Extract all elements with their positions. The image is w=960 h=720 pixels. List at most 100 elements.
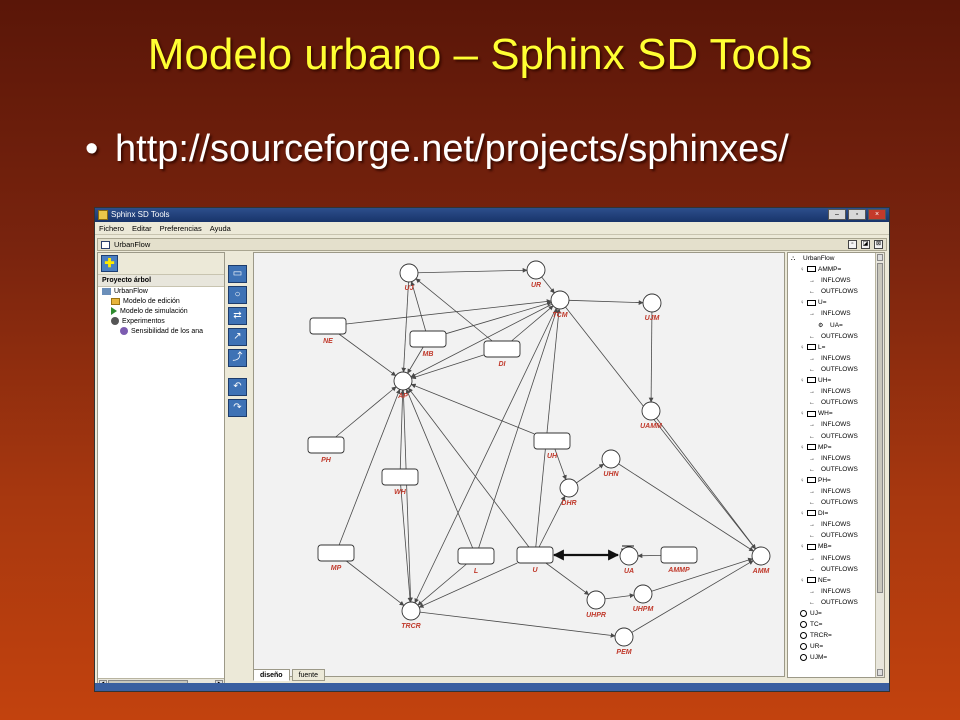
diagram-edge[interactable]	[568, 299, 644, 305]
project-tree-item[interactable]: Modelo de simulación	[98, 307, 224, 317]
structure-tree-item[interactable]: ♀ PH=	[788, 475, 884, 486]
diagram-edge[interactable]	[576, 463, 604, 484]
structure-tree-item[interactable]: ← OUTFLOWS	[788, 331, 884, 342]
diagram-edge[interactable]	[402, 389, 413, 603]
structure-tree-item[interactable]: ♀ UH=	[788, 375, 884, 386]
minimize-button[interactable]: –	[828, 209, 846, 220]
diagram-edge[interactable]	[338, 333, 397, 377]
diagram-node-uamm[interactable]: UAMM	[640, 401, 662, 430]
structure-tree-item[interactable]: ← OUTFLOWS	[788, 397, 884, 408]
structure-tree-item[interactable]: ⛬ UrbanFlow	[788, 253, 884, 264]
diagram-node-ne[interactable]: NE	[309, 317, 347, 345]
structure-tree-item[interactable]: ← OUTFLOWS	[788, 464, 884, 475]
menu-editar[interactable]: Editar	[132, 222, 152, 234]
diagram-edge[interactable]	[648, 311, 654, 403]
structure-tree-item[interactable]: → INFLOWS	[788, 308, 884, 319]
project-url-link[interactable]: http://sourceforge.net/projects/sphinxes…	[115, 128, 789, 170]
app-titlebar[interactable]: Sphinx SD Tools – ▫ ×	[95, 208, 889, 222]
structure-tree-item[interactable]: → INFLOWS	[788, 275, 884, 286]
diagram-node-uhpr[interactable]: UHPR	[586, 590, 606, 619]
diagram-edge[interactable]	[535, 308, 562, 548]
structure-tree-item[interactable]: → INFLOWS	[788, 519, 884, 530]
structure-tree-item[interactable]: TRCR=	[788, 630, 884, 641]
link-tool-button[interactable]: ↗	[228, 328, 247, 346]
diagram-node-ammp[interactable]: AMMP	[660, 546, 698, 574]
diagram-node-uj[interactable]: UJ	[399, 263, 419, 292]
internal-frame-titlebar[interactable]: UrbanFlow ▫ ◪ ⊠	[97, 238, 887, 251]
project-tree-item[interactable]: UrbanFlow	[98, 287, 224, 297]
flow-tool-button[interactable]: ⇄	[228, 307, 247, 325]
diagram-node-ph[interactable]: PH	[307, 436, 345, 464]
diagram-node-mb[interactable]: MB	[409, 330, 447, 358]
structure-tree-item[interactable]: ♀ NE=	[788, 575, 884, 586]
diagram-node-l[interactable]: L	[457, 547, 495, 575]
diagram-node-trcr[interactable]: TRCR	[401, 601, 421, 630]
structure-tree-item[interactable]: ♀ U=	[788, 297, 884, 308]
diagram-edge[interactable]	[418, 562, 518, 608]
tab-fuente[interactable]: fuente	[291, 669, 326, 681]
diagram-node-mp[interactable]: MP	[317, 544, 355, 572]
structure-tree-item[interactable]: UR=	[788, 641, 884, 652]
diagram-edge[interactable]	[408, 387, 530, 548]
diagram-edge[interactable]	[604, 593, 635, 600]
structure-tree-item[interactable]: ♀ WH=	[788, 408, 884, 419]
project-tree-item[interactable]: Experimentos	[98, 317, 224, 327]
diagram-edge[interactable]	[407, 346, 424, 374]
tab-diseno[interactable]: diseño	[253, 669, 290, 681]
diagram-edge[interactable]	[545, 562, 590, 595]
diagram-edge[interactable]	[410, 281, 427, 332]
maximize-button[interactable]: ▫	[848, 209, 866, 220]
diagram-edge[interactable]	[541, 276, 555, 294]
scroll-thumb[interactable]	[877, 263, 883, 593]
diagram-edge[interactable]	[656, 417, 756, 550]
diagram-node-uh[interactable]: UH	[533, 432, 571, 460]
diagram-edge[interactable]	[399, 389, 405, 470]
diagram-node-uhpm[interactable]: UHPM	[633, 584, 654, 613]
diagram-node-ujm[interactable]: UJM	[642, 293, 662, 322]
diagram-edge[interactable]	[651, 557, 753, 592]
diagram-edge[interactable]	[417, 563, 467, 606]
scroll-up-arrow-icon[interactable]	[877, 254, 883, 261]
structure-tree-vscrollbar[interactable]	[875, 253, 884, 677]
diagram-edge[interactable]	[618, 463, 754, 552]
structure-tree-item[interactable]: ← OUTFLOWS	[788, 564, 884, 575]
frame-iconify-button[interactable]: ▫	[848, 240, 857, 249]
diagram-node-dhr[interactable]: DHR	[559, 478, 579, 507]
scroll-down-arrow-icon[interactable]	[877, 669, 883, 676]
frame-close-button[interactable]: ⊠	[874, 240, 883, 249]
diagram-edge[interactable]	[346, 560, 405, 606]
redo-tool-button[interactable]: ↷	[228, 399, 247, 417]
diagram-edge[interactable]	[401, 281, 409, 373]
structure-tree-item[interactable]: ♀ DI=	[788, 508, 884, 519]
structure-tree-item[interactable]: ← OUTFLOWS	[788, 597, 884, 608]
undo-tool-button[interactable]: ↶	[228, 378, 247, 396]
close-button[interactable]: ×	[868, 209, 886, 220]
structure-tree-item[interactable]: → INFLOWS	[788, 453, 884, 464]
diagram-node-wh[interactable]: WH	[381, 468, 419, 496]
structure-tree-item[interactable]: ⚙ UA=	[788, 320, 884, 331]
connector-tool-button[interactable]: ⤴	[228, 349, 247, 367]
diagram-node-pem[interactable]: PEM	[614, 627, 634, 656]
diagram-edge[interactable]	[335, 386, 397, 438]
project-tree-item[interactable]: Sensibilidad de los ana	[98, 327, 224, 337]
structure-tree-item[interactable]: ♀ MB=	[788, 541, 884, 552]
structure-tree-item[interactable]: ← OUTFLOWS	[788, 286, 884, 297]
stock-tool-button[interactable]: ▭	[228, 265, 247, 283]
structure-tree-item[interactable]: ♀ L=	[788, 342, 884, 353]
structure-tree-item[interactable]: ← OUTFLOWS	[788, 364, 884, 375]
diagram-node-tcm[interactable]: TCM	[550, 290, 570, 319]
new-project-button[interactable]: ✚	[101, 255, 118, 272]
diagram-edge[interactable]	[338, 388, 401, 546]
menu-preferencias[interactable]: Preferencias	[160, 222, 202, 234]
structure-tree-item[interactable]: → INFLOWS	[788, 419, 884, 430]
structure-tree-item[interactable]: ♀ AMMP=	[788, 264, 884, 275]
auxiliary-tool-button[interactable]: ○	[228, 286, 247, 304]
diagram-edge[interactable]	[417, 267, 528, 274]
structure-tree-item[interactable]: ← OUTFLOWS	[788, 530, 884, 541]
menu-fichero[interactable]: Fichero	[99, 222, 124, 234]
structure-tree-item[interactable]: UJM=	[788, 652, 884, 663]
diagram-node-ua[interactable]: UA	[619, 546, 639, 575]
structure-tree-item[interactable]: → INFLOWS	[788, 553, 884, 564]
structure-tree-item[interactable]: → INFLOWS	[788, 353, 884, 364]
structure-tree-item[interactable]: ♀ MP=	[788, 442, 884, 453]
